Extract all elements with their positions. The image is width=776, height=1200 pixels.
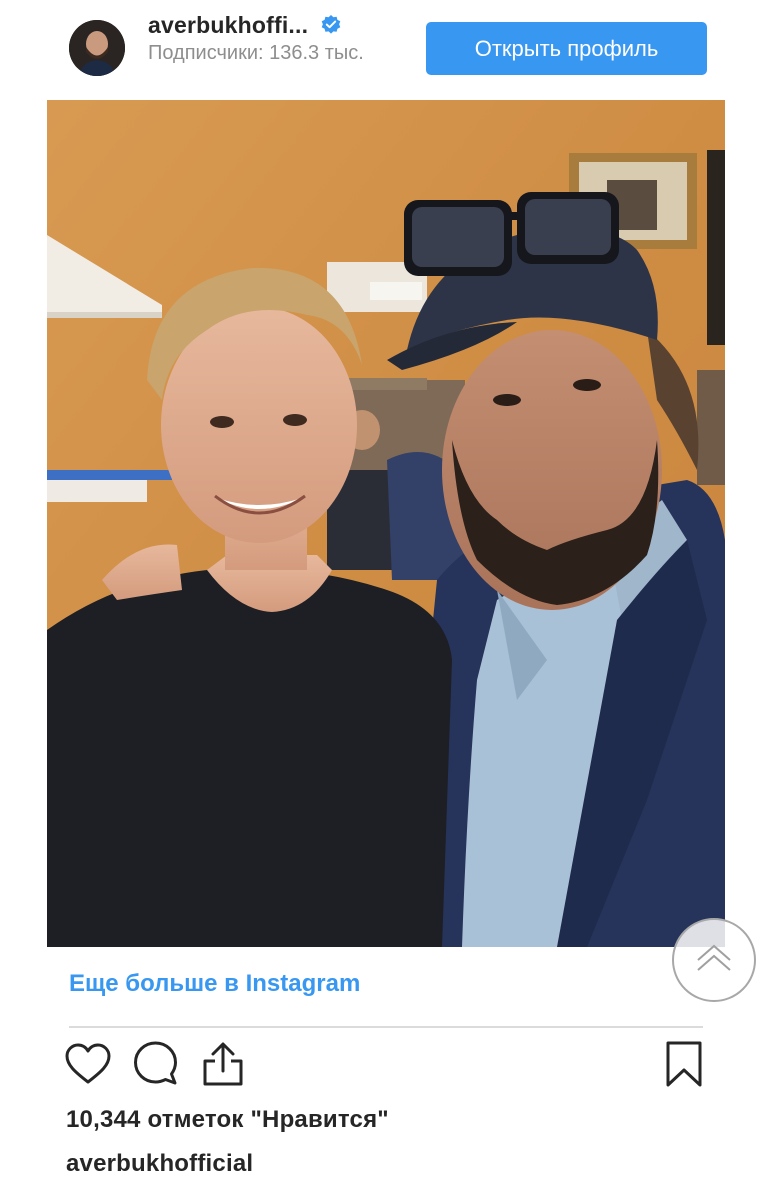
post-header: averbukhoffi... Подписчики: 136.3 тыс. О… <box>0 0 776 100</box>
verified-badge-icon <box>320 14 342 36</box>
bookmark-icon <box>664 1040 704 1093</box>
share-button[interactable] <box>199 1042 247 1090</box>
caption-username[interactable]: averbukhofficial <box>66 1150 253 1178</box>
more-on-instagram-link[interactable]: Еще больше в Instagram <box>69 970 360 998</box>
username-row: averbukhoffi... <box>148 10 342 40</box>
like-button[interactable] <box>64 1042 112 1090</box>
save-button[interactable] <box>660 1040 708 1093</box>
divider <box>69 1026 703 1028</box>
comment-button[interactable] <box>132 1041 180 1092</box>
post-photo[interactable] <box>47 100 725 947</box>
open-profile-button[interactable]: Открыть профиль <box>426 22 707 75</box>
heart-icon <box>65 1043 111 1090</box>
likes-count[interactable]: 10,344 отметок "Нравится" <box>66 1106 389 1134</box>
chevrons-up-icon <box>694 938 734 983</box>
share-icon <box>201 1041 245 1092</box>
avatar[interactable] <box>69 20 125 76</box>
scroll-to-top-button[interactable] <box>672 918 756 1002</box>
comment-icon <box>133 1041 179 1092</box>
profile-username[interactable]: averbukhoffi... <box>148 12 308 39</box>
followers-count: Подписчики: 136.3 тыс. <box>148 42 364 64</box>
